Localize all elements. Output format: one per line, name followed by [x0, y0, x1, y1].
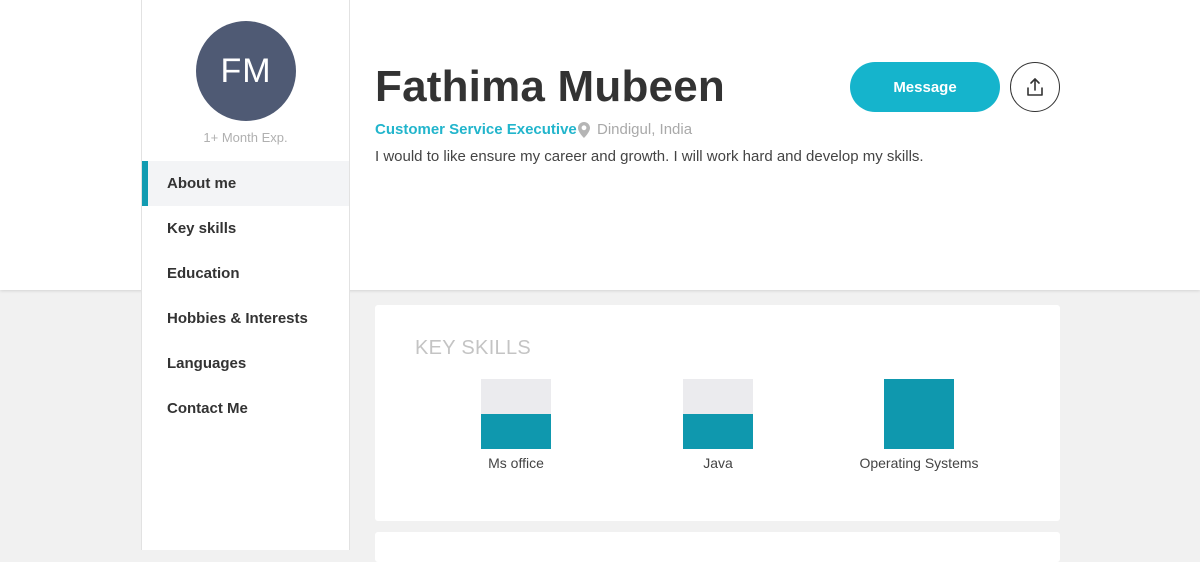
- experience-label: 1+ Month Exp.: [203, 130, 288, 145]
- skill-bar: [481, 379, 551, 449]
- skill-label: Operating Systems: [859, 455, 979, 471]
- sidebar-item-label: Contact Me: [167, 400, 248, 417]
- sidebar: FM 1+ Month Exp. About me Key skills Edu…: [141, 0, 350, 550]
- sidebar-item-key-skills[interactable]: Key skills: [142, 206, 349, 251]
- sidebar-item-education[interactable]: Education: [142, 251, 349, 296]
- skill-bar: [884, 379, 954, 449]
- skill-label: Java: [703, 455, 733, 471]
- location-pin-icon: [578, 121, 590, 138]
- skill-item: Operating Systems: [839, 379, 999, 471]
- sidebar-item-label: About me: [167, 175, 237, 192]
- skill-label: Ms office: [488, 455, 544, 471]
- sidebar-item-contact[interactable]: Contact Me: [142, 386, 349, 431]
- key-skills-title: KEY SKILLS: [415, 337, 532, 359]
- skill-bar-fill: [481, 414, 551, 449]
- sidebar-item-about-me[interactable]: About me: [142, 161, 349, 206]
- profile-name: Fathima Mubeen: [375, 62, 725, 111]
- skill-item: Ms office: [436, 379, 596, 471]
- message-button[interactable]: Message: [850, 62, 1000, 112]
- key-skills-card: KEY SKILLS Ms office Java Operating Syst…: [375, 305, 1060, 521]
- next-section-card: [375, 532, 1060, 562]
- sidebar-item-label: Hobbies & Interests: [167, 310, 308, 327]
- skill-bar-fill: [884, 379, 954, 449]
- sidebar-nav: About me Key skills Education Hobbies & …: [142, 161, 349, 431]
- share-upload-icon: [1027, 78, 1043, 96]
- profile-role: Customer Service Executive: [375, 121, 577, 138]
- sidebar-item-label: Key skills: [167, 220, 237, 237]
- sidebar-item-label: Education: [167, 265, 240, 282]
- skill-bar-fill: [683, 414, 753, 449]
- profile-location: Dindigul, India: [578, 121, 692, 138]
- avatar-initials: FM: [220, 51, 272, 90]
- sidebar-item-languages[interactable]: Languages: [142, 341, 349, 386]
- avatar: FM: [196, 21, 296, 121]
- share-button[interactable]: [1010, 62, 1060, 112]
- profile-bio: I would to like ensure my career and gro…: [375, 148, 924, 165]
- sidebar-item-hobbies[interactable]: Hobbies & Interests: [142, 296, 349, 341]
- skill-bar: [683, 379, 753, 449]
- skill-item: Java: [638, 379, 798, 471]
- sidebar-item-label: Languages: [167, 355, 247, 372]
- location-text: Dindigul, India: [597, 121, 693, 138]
